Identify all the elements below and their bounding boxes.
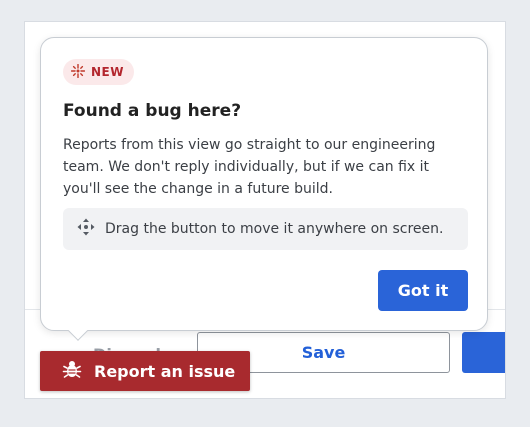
report-issue-label: Report an issue xyxy=(94,361,236,381)
got-it-button[interactable]: Got it xyxy=(378,270,468,311)
popover-title: Found a bug here? xyxy=(63,101,242,121)
bug-icon xyxy=(62,359,82,383)
feedback-popover: NEW Found a bug here? Reports from this … xyxy=(40,37,488,341)
drag-hint: Drag the button to move it anywhere on s… xyxy=(63,208,468,250)
primary-action-button[interactable] xyxy=(462,332,505,373)
badge-label: NEW xyxy=(91,65,124,79)
report-issue-button[interactable]: Report an issue xyxy=(40,351,250,391)
move-arrows-icon xyxy=(77,218,95,240)
popover-description: Reports from this view go straight to ou… xyxy=(63,137,436,197)
hint-text: Drag the button to move it anywhere on s… xyxy=(105,221,444,237)
sparkle-icon xyxy=(70,63,86,82)
new-badge: NEW xyxy=(63,59,134,85)
